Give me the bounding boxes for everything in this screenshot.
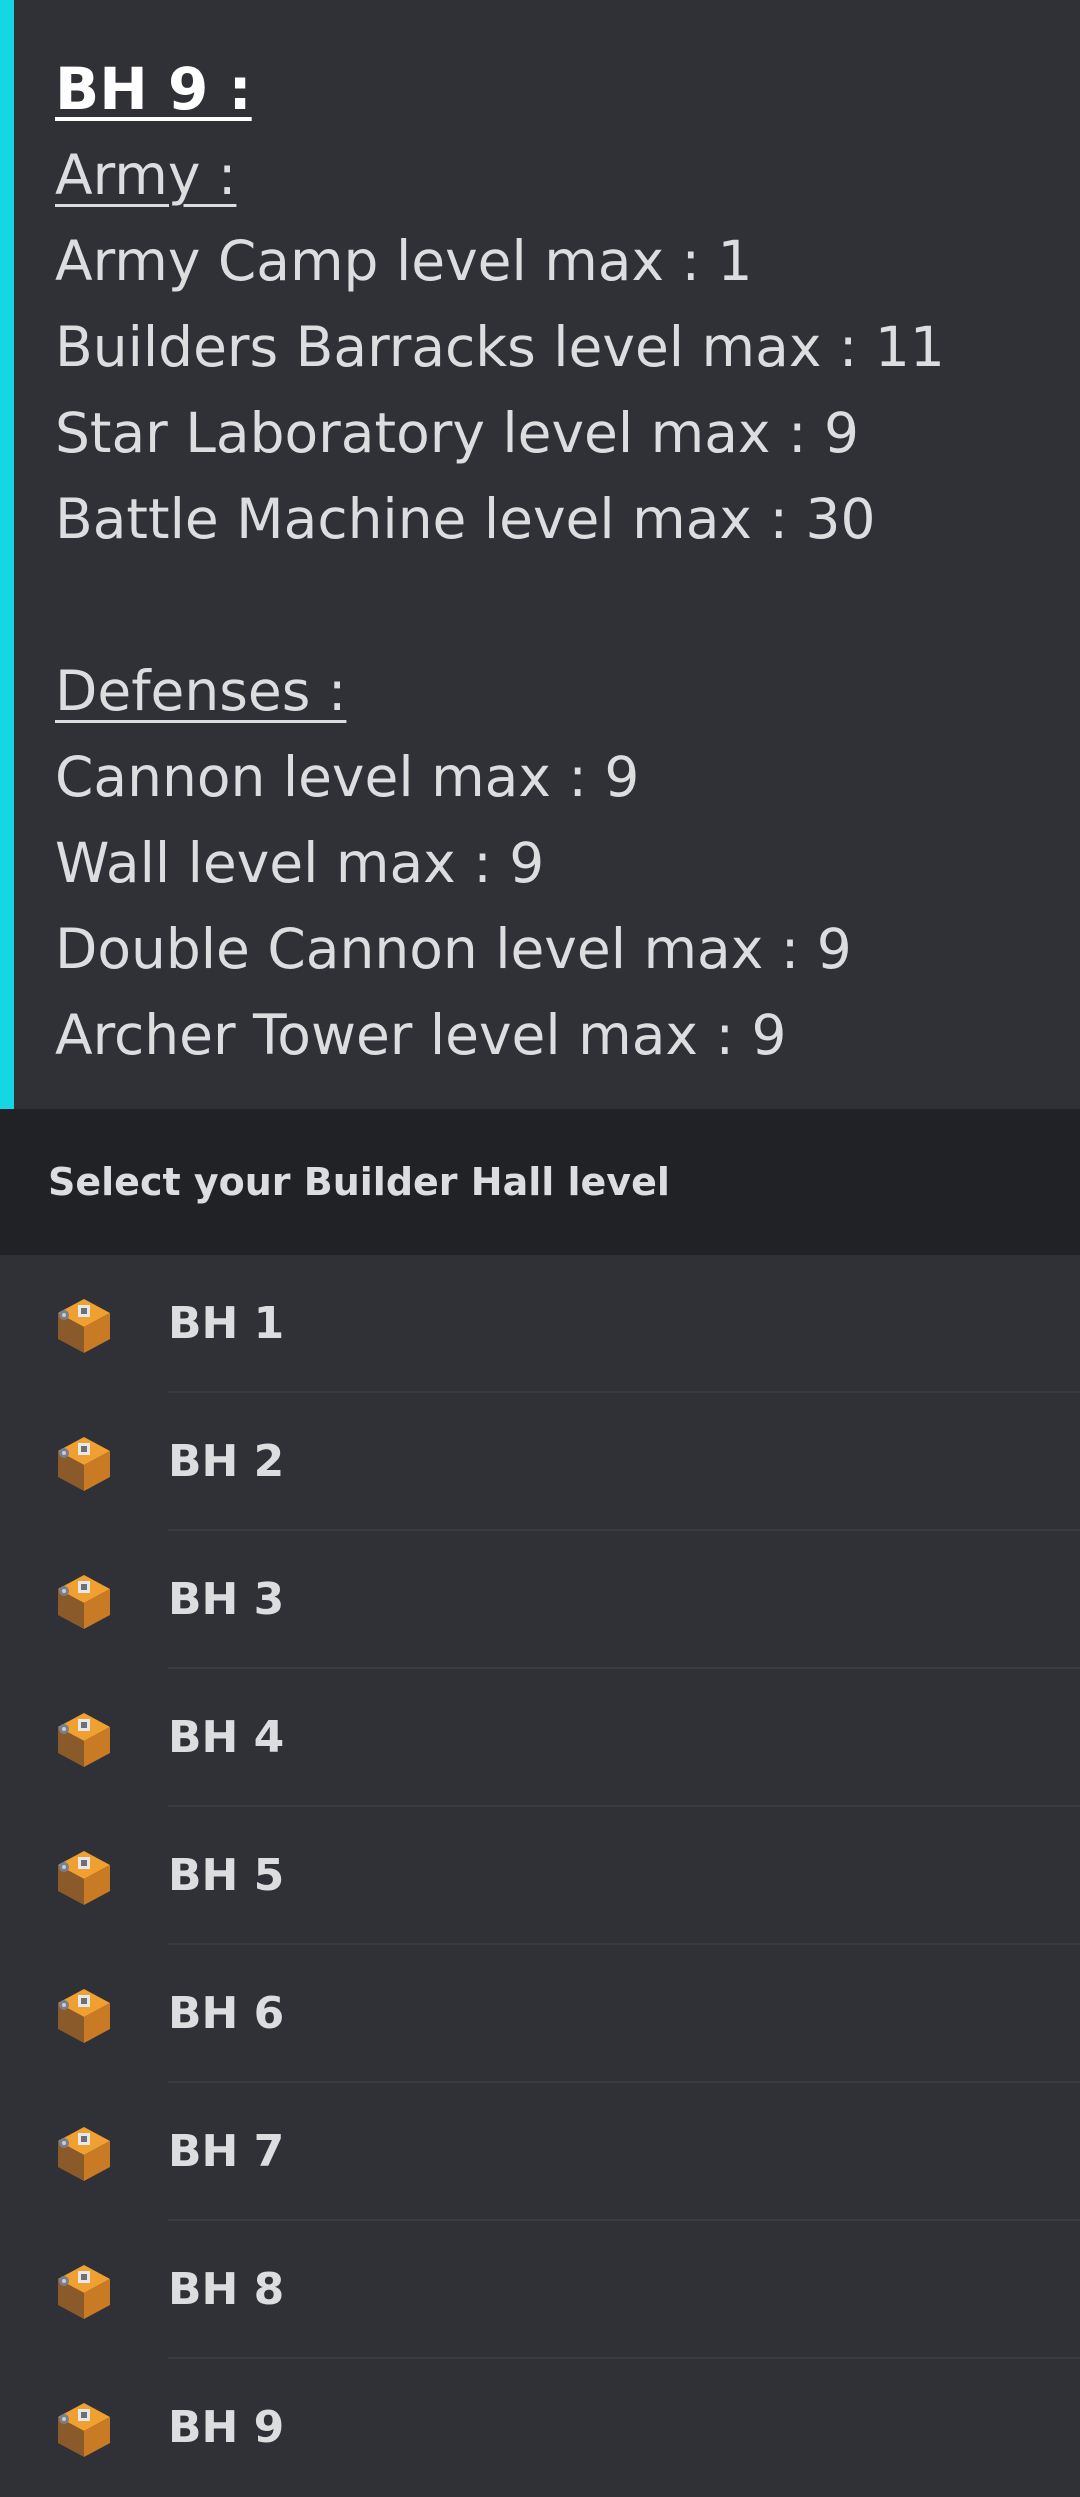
- select-option-bh-1[interactable]: BH 1: [0, 1255, 1080, 1393]
- select-option-label: BH 9: [168, 2402, 285, 2453]
- select-menu-options: BH 1 BH 2 BH 3 BH 4 BH 5 BH 6 BH 7 BH 8 BH 9: [0, 1255, 1080, 2497]
- select-menu-sheet: Select your Builder Hall level BH 1 BH 2 B…: [0, 1109, 1080, 2479]
- army-line: Army Camp level max : 1: [55, 229, 753, 293]
- builder-hall-9-icon: [52, 2397, 116, 2461]
- defenses-heading: Defenses :: [55, 659, 347, 723]
- select-option-label: BH 8: [168, 2264, 285, 2315]
- select-option-bh-3[interactable]: BH 3: [0, 1531, 1080, 1669]
- select-option-label: BH 3: [168, 1574, 285, 1625]
- select-option-label: BH 4: [168, 1712, 285, 1763]
- embed-content: BH 9 : Army : Army Camp level max : 1 Bu…: [55, 46, 1060, 1078]
- select-option-label: BH 2: [168, 1436, 285, 1487]
- defense-line: Cannon level max : 9: [55, 745, 640, 809]
- army-line: Star Laboratory level max : 9: [55, 401, 859, 465]
- select-menu-header: Select your Builder Hall level: [0, 1109, 1080, 1255]
- builder-hall-4-icon: [52, 1707, 116, 1771]
- embed-accent-bar: [0, 0, 14, 1109]
- select-option-label: BH 5: [168, 1850, 285, 1901]
- builder-hall-8-icon: [52, 2259, 116, 2323]
- select-menu-title: Select your Builder Hall level: [48, 1160, 670, 1204]
- select-option-bh-9[interactable]: BH 9: [0, 2359, 1080, 2497]
- select-option-bh-7[interactable]: BH 7: [0, 2083, 1080, 2221]
- select-option-bh-5[interactable]: BH 5: [0, 1807, 1080, 1945]
- builder-hall-5-icon: [52, 1845, 116, 1909]
- builder-hall-6-icon: [52, 1983, 116, 2047]
- message-embed: BH 9 : Army : Army Camp level max : 1 Bu…: [0, 0, 1080, 1109]
- select-option-label: BH 6: [168, 1988, 285, 2039]
- builder-hall-1-icon: [52, 1293, 116, 1357]
- builder-hall-2-icon: [52, 1431, 116, 1495]
- army-heading: Army :: [55, 143, 237, 207]
- builder-hall-3-icon: [52, 1569, 116, 1633]
- defense-line: Wall level max : 9: [55, 831, 545, 895]
- embed-title: BH 9 :: [55, 55, 252, 123]
- select-option-label: BH 1: [168, 1298, 285, 1349]
- select-option-bh-6[interactable]: BH 6: [0, 1945, 1080, 2083]
- select-option-bh-8[interactable]: BH 8: [0, 2221, 1080, 2359]
- defense-line: Archer Tower level max : 9: [55, 1003, 787, 1067]
- defense-line: Double Cannon level max : 9: [55, 917, 852, 981]
- army-line: Builders Barracks level max : 11: [55, 315, 945, 379]
- army-line: Battle Machine level max : 30: [55, 487, 876, 551]
- select-option-bh-4[interactable]: BH 4: [0, 1669, 1080, 1807]
- select-option-label: BH 7: [168, 2126, 285, 2177]
- builder-hall-7-icon: [52, 2121, 116, 2185]
- select-option-bh-2[interactable]: BH 2: [0, 1393, 1080, 1531]
